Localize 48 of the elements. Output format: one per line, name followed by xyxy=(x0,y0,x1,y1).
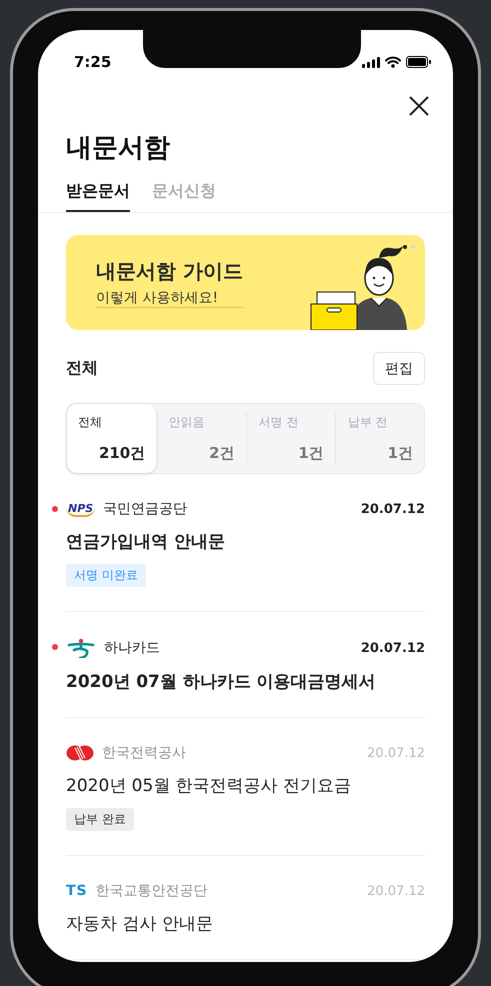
document-row[interactable]: 하나카드 20.07.12 2020년 07월 하나카드 이용대금명세서 xyxy=(66,612,425,718)
status-tag: 서명 미완료 xyxy=(66,564,146,587)
filter-option[interactable]: 안읽음 2건 xyxy=(156,412,246,465)
logo-text: TS xyxy=(66,883,88,899)
document-date: 20.07.12 xyxy=(367,884,425,898)
document-row[interactable]: 한국전력공사 20.07.12 2020년 05월 한국전력공사 전기요금 납부 완료 xyxy=(66,718,425,856)
logo-text: NPS xyxy=(66,502,96,516)
document-date: 20.07.12 xyxy=(367,746,425,760)
banner-subtitle: 이렇게 사용하세요! xyxy=(96,288,243,308)
filter-label: 전체 xyxy=(78,414,103,431)
wifi-icon xyxy=(385,56,401,68)
sender-name: 한국전력공사 xyxy=(102,744,187,762)
status-time: 7:25 xyxy=(74,53,112,71)
filter-count: 210건 xyxy=(98,444,146,463)
document-title[interactable]: 2020년 05월 한국전력공사 전기요금 xyxy=(66,774,425,797)
filter-option[interactable]: 전체 210건 xyxy=(67,404,156,473)
filter-option[interactable]: 서명 전 1건 xyxy=(246,412,335,465)
section-title: 전체 xyxy=(66,358,98,379)
filter-count: 1건 xyxy=(386,444,413,463)
tab[interactable]: 받은문서 xyxy=(66,181,130,212)
filter-label: 납부 전 xyxy=(348,414,389,431)
document-title[interactable]: 2020년 07월 하나카드 이용대금명세서 xyxy=(66,670,425,693)
sender-name: 국민연금공단 xyxy=(103,500,188,518)
document-title[interactable]: 연금가입내역 안내문 xyxy=(66,530,425,553)
hana-logo-icon xyxy=(66,638,96,658)
battery-icon xyxy=(406,56,431,68)
document-row[interactable]: NPS 국민연금공단 20.07.12 연금가입내역 안내문 서명 미완료 xyxy=(66,474,425,612)
document-row[interactable]: TS 한국교통안전공단 20.07.12 자동차 검사 안내문 xyxy=(66,856,425,960)
sender-name: 하나카드 xyxy=(104,639,161,657)
close-icon[interactable] xyxy=(409,96,429,116)
page-indicator-dot[interactable] xyxy=(411,245,415,249)
document-date: 20.07.12 xyxy=(360,640,425,656)
filter-count: 2건 xyxy=(208,444,234,463)
sender-name: 한국교통안전공단 xyxy=(96,882,209,900)
signal-icon xyxy=(362,56,380,68)
filter-option[interactable]: 납부 전 1건 xyxy=(334,412,424,465)
status-tag: 납부 완료 xyxy=(66,808,134,831)
filter-label: 서명 전 xyxy=(258,414,300,431)
document-date: 20.07.12 xyxy=(360,502,425,516)
filter-count: 1건 xyxy=(297,444,324,463)
document-title[interactable]: 자동차 검사 안내문 xyxy=(66,912,425,935)
banner-title: 내문서함 가이드 xyxy=(96,258,243,284)
page-indicator-dot[interactable] xyxy=(403,245,407,249)
edit-button[interactable]: 편집 xyxy=(373,352,425,385)
two-ovals-logo-icon xyxy=(66,745,94,761)
page-title: 내문서함 xyxy=(65,132,171,165)
filter-label: 안읽음 xyxy=(168,414,206,431)
guide-banner[interactable]: 내문서함 가이드 이렇게 사용하세요! xyxy=(66,235,425,330)
